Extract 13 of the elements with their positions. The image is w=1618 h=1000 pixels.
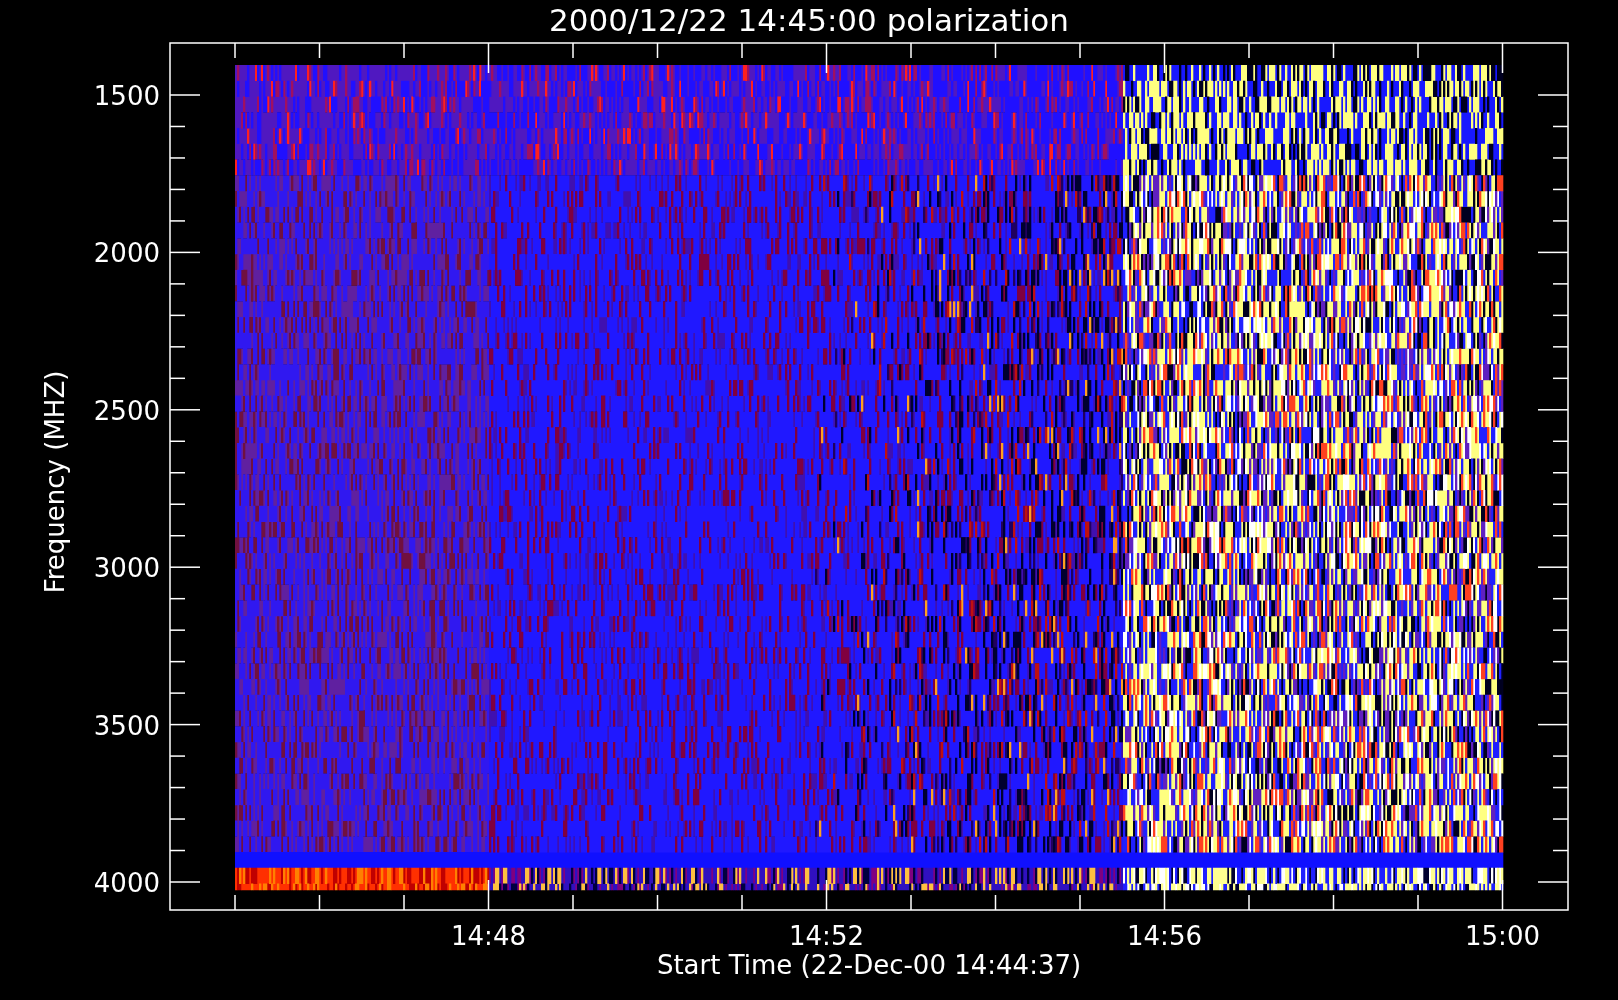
y-tick-label: 1500 <box>93 81 160 111</box>
y-tick-label: 2000 <box>93 238 160 269</box>
x-tick-label: 14:56 <box>1127 921 1202 951</box>
x-axis-label: Start Time (22-Dec-00 14:44:37) <box>656 950 1082 980</box>
y-axis-label: Frequency (MHZ) <box>40 370 70 594</box>
x-tick-label: 15:00 <box>1465 921 1540 951</box>
x-tick-label: 14:48 <box>451 921 526 951</box>
plot-title: 2000/12/22 14:45:00 polarization <box>549 2 1069 38</box>
x-tick-label: 14:52 <box>789 921 864 951</box>
y-tick-label: 3000 <box>93 553 160 584</box>
y-tick-label: 2500 <box>93 395 160 426</box>
y-tick-label: 3500 <box>93 710 160 741</box>
y-tick-label: 4000 <box>93 868 160 898</box>
